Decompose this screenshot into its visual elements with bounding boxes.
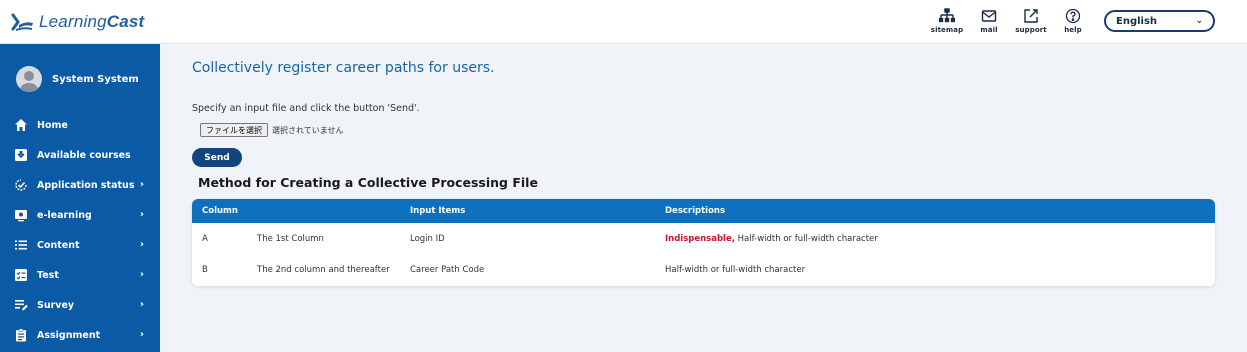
support-button[interactable]: support [1010,8,1052,34]
table-header: Column Input Items Descriptions [192,199,1215,223]
section-title: Method for Creating a Collective Process… [198,175,538,190]
cell-column: B [202,264,208,275]
file-status: 選択されていません [272,125,344,135]
sidebar-item-content[interactable]: Content › [0,230,160,260]
sidebar-item-label: Home [37,119,68,131]
sidebar-item-application-status[interactable]: Application status › [0,170,160,200]
sidebar-item-label: e-learning [37,209,92,221]
sidebar: System System Home Available courses App… [0,44,160,352]
test-icon [14,268,28,282]
sidebar-item-home[interactable]: Home [0,110,160,140]
chevron-right-icon: › [139,179,144,190]
description-text: Half-width or full-width character [734,233,878,244]
sidebar-item-available-courses[interactable]: Available courses [0,140,160,170]
required-badge: Indispensable, [665,233,735,244]
help-label: help [1064,26,1082,34]
send-button[interactable]: Send [192,148,242,167]
support-label: support [1015,26,1047,34]
sitemap-button[interactable]: sitemap [926,8,968,34]
user-name: System System [52,73,139,85]
chevron-right-icon: › [139,209,144,220]
mail-icon [981,10,997,22]
header-descriptions: Descriptions [665,206,726,216]
sidebar-item-e-learning[interactable]: e-learning › [0,200,160,230]
cell-description: Indispensable, Half-width or full-width … [665,234,878,244]
logo-mark-icon [11,13,33,31]
sidebar-item-label: Survey [37,299,75,311]
chevron-right-icon: › [139,299,144,310]
table-row: B The 2nd column and thereafter Career P… [192,254,1215,285]
support-icon [1024,9,1038,23]
cell-input-item: Login ID [410,233,445,244]
language-value: English [1116,15,1158,27]
survey-icon [14,298,28,312]
sidebar-item-label: Application status [37,179,135,191]
logo-text: LearningCast [39,12,145,31]
sidebar-item-test[interactable]: Test › [0,260,160,290]
chevron-down-icon: ⌄ [1195,16,1203,26]
cell-description: Half-width or full-width character [665,265,805,275]
assignment-icon [14,328,28,342]
elearning-icon [14,208,28,222]
sidebar-item-label: Test [37,269,59,281]
sidebar-item-label: Available courses [37,149,131,161]
main-content: Collectively register career paths for u… [160,44,1247,352]
header-tools: sitemap mail support help English ⌄ [926,8,1215,34]
file-input: ファイルを選択 選択されていません [200,123,344,137]
sidebar-nav: Home Available courses Application statu… [0,110,160,350]
mail-label: mail [980,26,998,34]
home-icon [14,118,28,132]
sidebar-item-survey[interactable]: Survey › [0,290,160,320]
cell-column: A [202,233,208,244]
mail-button[interactable]: mail [968,8,1010,34]
method-table: Column Input Items Descriptions A The 1s… [192,199,1215,286]
cell-column-desc: The 2nd column and thereafter [257,264,390,275]
sidebar-item-label: Content [37,239,80,251]
description-text: Half-width or full-width character [665,264,806,275]
help-button[interactable]: help [1052,8,1094,34]
header-column: Column [202,206,238,216]
header-input-items: Input Items [410,206,466,216]
help-icon [1065,8,1081,24]
language-select[interactable]: English ⌄ [1104,10,1215,32]
choose-file-button[interactable]: ファイルを選択 [200,123,268,137]
learningcast-logo[interactable]: LearningCast [10,10,144,34]
user-profile[interactable]: System System [16,66,139,92]
cell-column-desc: The 1st Column [257,233,324,244]
chevron-right-icon: › [139,269,144,280]
sidebar-item-label: Assignment [37,329,101,341]
list-icon [14,238,28,252]
chevron-right-icon: › [139,239,144,250]
cell-input-item: Career Path Code [410,264,485,275]
table-row: A The 1st Column Login ID Indispensable,… [192,223,1215,254]
status-icon [14,178,28,192]
sidebar-item-assignment[interactable]: Assignment › [0,320,160,350]
top-header: LearningCast sitemap mail support help E… [0,0,1247,44]
sitemap-label: sitemap [930,26,964,34]
sitemap-icon [939,8,955,23]
chevron-right-icon: › [139,329,144,340]
instruction-text: Specify an input file and click the butt… [192,103,420,114]
avatar [16,66,42,92]
page-title: Collectively register career paths for u… [192,60,495,76]
courses-icon [14,148,28,162]
